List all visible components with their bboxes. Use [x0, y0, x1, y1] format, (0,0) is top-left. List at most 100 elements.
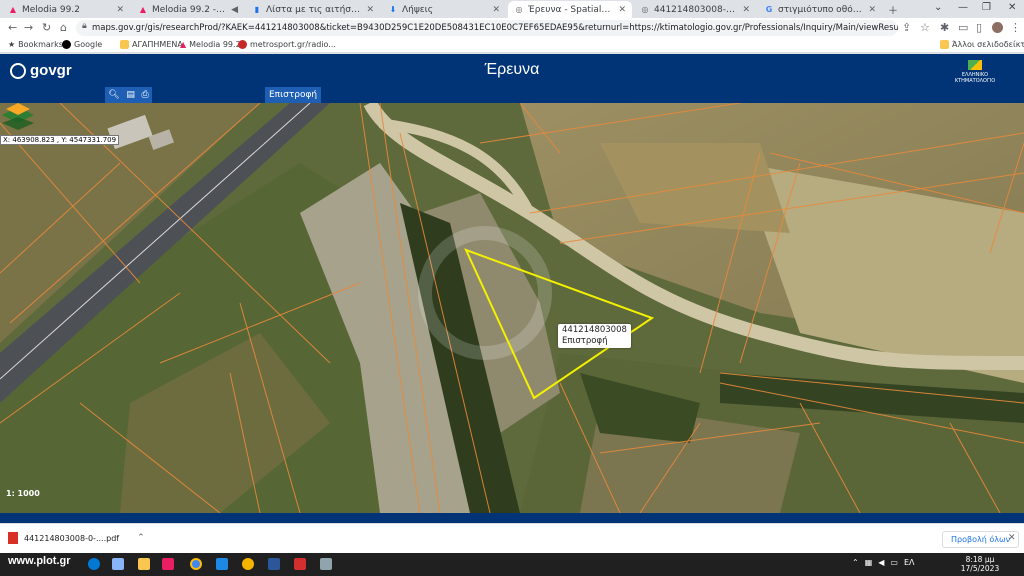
bookmark-melodia[interactable]: ▲ Melodia 99.2 [180, 40, 241, 49]
globe-icon: ◎ [515, 5, 523, 14]
layers-icon[interactable] [0, 103, 36, 131]
back-button[interactable]: Επιστροφή [265, 87, 322, 103]
clock-date: 17/5/2023 [960, 564, 1000, 573]
melodia-icon: ▲ [180, 40, 187, 49]
home-icon[interactable]: ⌂ [60, 21, 67, 34]
download-icon: ⬇ [389, 5, 397, 14]
clock-time: 8:18 μμ [965, 555, 995, 564]
close-icon[interactable]: ✕ [618, 5, 626, 15]
system-tray: ⌃ ▦ ◀ ▭ ΕΛ [852, 558, 915, 567]
print-icon[interactable]: ⎙ [141, 90, 148, 100]
gov-header: govgr Έρευνα ΕΛΛΗΝΙΚΟ ΚΤΗΜΑΤΟΛΟΓΙΟ [0, 54, 1024, 87]
word-icon[interactable] [268, 558, 280, 570]
tab-search-chevron-icon[interactable]: ⌄ [934, 2, 942, 13]
lock-icon[interactable]: 🔒︎ [82, 21, 87, 31]
bookmarks-bar: ★ Bookmarks Google ΑΓΑΠΗΜΕΝΑ ▲ Melodia 9… [0, 38, 1024, 53]
bookmark-bookmarks[interactable]: ★ Bookmarks [8, 40, 63, 49]
battery-icon[interactable]: ▭ [890, 558, 898, 567]
checkmark-app-icon[interactable] [216, 558, 228, 570]
google-icon: G [765, 5, 773, 14]
file-explorer-icon[interactable] [138, 558, 150, 570]
bookmark-favorites[interactable]: ΑΓΑΠΗΜΕΝΑ [120, 40, 183, 49]
watermark-text: www.plot.gr [8, 555, 71, 567]
tab-pdf[interactable]: ◎ 441214803008-0-0-KD (1).pdf ✕ [634, 1, 756, 18]
clock[interactable]: 8:18 μμ 17/5/2023 [958, 555, 1002, 573]
calculator-icon[interactable] [112, 558, 124, 570]
map-view[interactable]: X: 463908.823 , Y: 4547331.709 441214803… [0, 103, 1024, 513]
pdf-icon: ◎ [641, 5, 649, 14]
satellite-map [0, 103, 1024, 513]
bookmark-other[interactable]: Άλλοι σελιδοδείκτες [940, 40, 1024, 49]
kebab-menu-icon[interactable]: ⋮ [1010, 21, 1021, 34]
melodia-icon: ▲ [9, 5, 17, 14]
volume-icon[interactable]: ◀ [878, 558, 884, 567]
bookmark-metrosport[interactable]: metrosport.gr/radio... [238, 40, 336, 49]
bookmark-label: Bookmarks [18, 40, 63, 49]
close-icon[interactable]: ✕ [1008, 533, 1016, 543]
chrome-canary-icon[interactable] [242, 558, 254, 570]
close-icon[interactable]: ✕ [742, 5, 750, 15]
google-icon [62, 40, 71, 49]
side-panel-icon[interactable]: ▯ [976, 21, 982, 34]
acrobat-icon[interactable] [294, 558, 306, 570]
tab-search[interactable]: G στιγμιότυπο οθόνης - Αναζήτη ✕ [758, 1, 882, 18]
map-footer-bar [0, 513, 1024, 523]
language-indicator[interactable]: ΕΛ [904, 558, 915, 567]
document-icon[interactable]: ▤ [126, 90, 135, 100]
tab-label: Melodia 99.2 [22, 4, 80, 15]
chrome-icon[interactable] [190, 558, 202, 570]
forward-arrow-icon[interactable]: → [24, 21, 33, 34]
window-close-icon[interactable]: ✕ [1008, 2, 1016, 13]
avatar[interactable] [992, 22, 1003, 33]
url-input[interactable]: maps.gov.gr/gis/researchProd/?KAEK=44121… [76, 20, 898, 36]
close-icon[interactable]: ✕ [116, 5, 124, 15]
page-title: Έρευνα [484, 61, 540, 78]
close-icon[interactable]: ✕ [868, 5, 876, 15]
download-filename: 441214803008-0-....pdf [24, 533, 120, 543]
close-icon[interactable]: ✕ [492, 5, 500, 15]
chevron-up-icon[interactable]: ⌃ [137, 533, 145, 543]
folder-icon [120, 40, 129, 49]
download-item[interactable]: 441214803008-0-....pdf ⌃ [8, 532, 145, 544]
reload-icon[interactable]: ↻ [42, 21, 51, 34]
bookmark-google[interactable]: Google [62, 40, 102, 49]
bookmark-label: ΑΓΑΠΗΜΕΝΑ [132, 40, 183, 49]
parcel-kaek: 441214803008 [562, 325, 627, 335]
tab-label: 441214803008-0-0-KD (1).pdf [654, 4, 738, 15]
scale-label: 1: 1000 [6, 489, 40, 498]
windows-taskbar: www.plot.gr ⌃ ▦ ◀ ▭ ΕΛ 8:18 μμ 17/5/2023 [0, 553, 1024, 576]
melodia-icon: ▲ [139, 5, 147, 14]
tab-research[interactable]: ◎ Έρευνα - Spatialwebsite ✕ [508, 1, 632, 18]
parcel-popup[interactable]: 441214803008 Επιστροφή [558, 324, 631, 348]
edge-icon[interactable] [88, 558, 100, 570]
tab-label: στιγμιότυπο οθόνης - Αναζήτη [778, 4, 864, 15]
tab-applications[interactable]: ▮ Λίστα με τις αιτήσεις μου - Ηλε ✕ [246, 1, 380, 18]
minimize-icon[interactable]: — [958, 2, 968, 13]
address-bar-row: ← → ↻ ⌂ maps.gov.gr/gis/researchProd/?KA… [0, 18, 1024, 38]
share-icon[interactable]: ⇪ [902, 21, 911, 34]
bookmark-star-icon[interactable]: ☆ [920, 21, 930, 34]
network-icon[interactable]: ▦ [865, 558, 873, 567]
map-toolbar: 🔍︎ ▤ ⎙ Επιστροφή [0, 87, 1024, 103]
notes-icon[interactable] [320, 558, 332, 570]
doc-icon: ▮ [254, 5, 260, 14]
tab-downloads[interactable]: ⬇ Λήψεις ✕ [382, 1, 506, 18]
tray-chevron-icon[interactable]: ⌃ [852, 558, 859, 567]
bookmark-label: Melodia 99.2 [189, 40, 241, 49]
speaker-icon: ◀ [231, 4, 238, 15]
restore-icon[interactable]: ❐ [982, 2, 991, 13]
new-tab-icon[interactable]: ＋ [888, 2, 898, 17]
media-icon[interactable] [162, 558, 174, 570]
ktimatologio-emblem-icon [968, 60, 982, 70]
pdf-icon [8, 532, 18, 544]
extensions-icon[interactable]: ✱ [940, 21, 949, 34]
close-icon[interactable]: ✕ [366, 5, 374, 15]
search-icon[interactable]: 🔍︎ [108, 90, 119, 100]
folder-icon [940, 40, 949, 49]
tab-melodia-live[interactable]: ▲ Melodia 99.2 - Listen Live ◀ [132, 1, 244, 18]
cast-icon[interactable]: ▭ [958, 21, 968, 34]
parcel-back-link[interactable]: Επιστροφή [562, 336, 627, 347]
tab-melodia[interactable]: ▲ Melodia 99.2 ✕ [2, 1, 130, 18]
back-arrow-icon[interactable]: ← [8, 21, 17, 34]
downloads-bar: 441214803008-0-....pdf ⌃ Προβολή όλων ✕ [0, 523, 1024, 553]
